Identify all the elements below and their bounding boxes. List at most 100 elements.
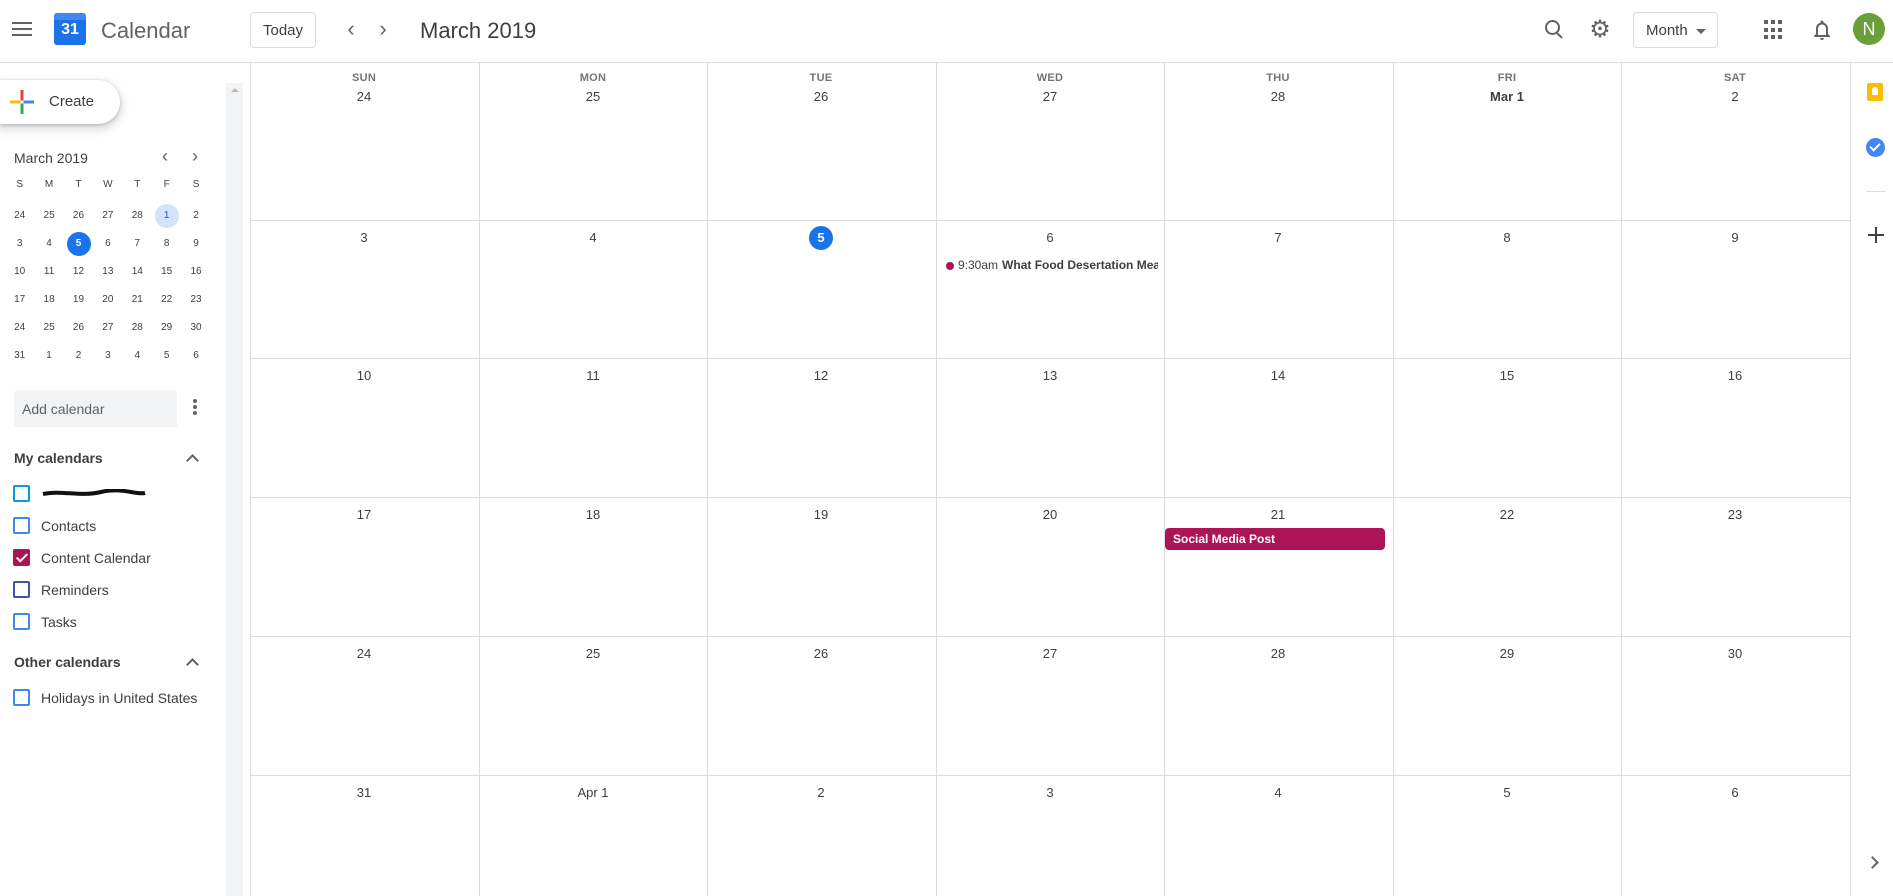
- mini-day-cell[interactable]: 21: [123, 286, 152, 314]
- day-cell[interactable]: 5: [1393, 781, 1621, 805]
- day-cell[interactable]: 27: [936, 642, 1164, 666]
- day-cell[interactable]: 5: [707, 226, 935, 250]
- day-cell[interactable]: 6: [936, 226, 1164, 250]
- day-number[interactable]: 16: [1723, 364, 1747, 388]
- mini-day-cell[interactable]: 30: [181, 314, 210, 342]
- day-number[interactable]: 3: [1038, 781, 1062, 805]
- mini-day-cell[interactable]: 4: [123, 342, 152, 370]
- day-number[interactable]: 13: [1038, 364, 1062, 388]
- day-number[interactable]: 18: [581, 503, 605, 527]
- day-number[interactable]: 25: [581, 642, 605, 666]
- mini-day-cell[interactable]: 7: [123, 230, 152, 258]
- day-cell[interactable]: 15: [1393, 364, 1621, 388]
- day-cell[interactable]: 26: [707, 642, 935, 666]
- day-number[interactable]: 11: [581, 364, 605, 388]
- mini-prev-month-button[interactable]: ‹: [153, 145, 177, 169]
- day-number[interactable]: 8: [1495, 226, 1519, 250]
- day-number[interactable]: 27: [1038, 642, 1062, 666]
- day-number[interactable]: 28: [1266, 642, 1290, 666]
- day-cell[interactable]: 4: [479, 226, 707, 250]
- account-avatar[interactable]: N: [1853, 13, 1885, 45]
- day-cell[interactable]: 11: [479, 364, 707, 388]
- mini-day-cell[interactable]: 22: [152, 286, 181, 314]
- day-number[interactable]: 26: [809, 642, 833, 666]
- create-button[interactable]: Create: [0, 80, 120, 124]
- day-number[interactable]: 3: [352, 226, 376, 250]
- day-number[interactable]: 10: [352, 364, 376, 388]
- day-number[interactable]: 6: [1723, 781, 1747, 805]
- day-number[interactable]: 14: [1266, 364, 1290, 388]
- calendar-checkbox[interactable]: [13, 549, 30, 566]
- mini-day-cell[interactable]: 28: [123, 202, 152, 230]
- day-number[interactable]: 24: [352, 642, 376, 666]
- calendar-list-item[interactable]: Content Calendar: [13, 546, 213, 568]
- day-cell[interactable]: 24: [250, 642, 478, 666]
- more-options-icon[interactable]: [189, 397, 201, 419]
- calendar-list-item[interactable]: Contacts: [13, 514, 213, 536]
- add-calendar-input[interactable]: [14, 390, 177, 427]
- calendar-checkbox[interactable]: [13, 689, 30, 706]
- search-icon[interactable]: [1544, 19, 1564, 39]
- day-number[interactable]: 15: [1495, 364, 1519, 388]
- day-number[interactable]: 28: [1266, 85, 1290, 109]
- day-number[interactable]: 5: [809, 226, 833, 250]
- day-cell[interactable]: 27: [936, 85, 1164, 109]
- day-number[interactable]: 12: [809, 364, 833, 388]
- day-number[interactable]: Mar 1: [1490, 85, 1524, 109]
- day-cell[interactable]: 17: [250, 503, 478, 527]
- day-cell[interactable]: 23: [1621, 503, 1849, 527]
- event-chip[interactable]: Social Media Post: [1165, 528, 1385, 550]
- day-cell[interactable]: 18: [479, 503, 707, 527]
- day-number[interactable]: 25: [581, 85, 605, 109]
- day-cell[interactable]: 10: [250, 364, 478, 388]
- day-cell[interactable]: 4: [1164, 781, 1392, 805]
- day-cell[interactable]: 28: [1164, 642, 1392, 666]
- mini-day-cell[interactable]: 5: [64, 230, 93, 258]
- today-button[interactable]: Today: [250, 12, 316, 48]
- calendar-checkbox[interactable]: [13, 613, 30, 630]
- view-switcher-dropdown[interactable]: Month: [1633, 12, 1718, 48]
- calendar-list-item[interactable]: Tasks: [13, 610, 213, 632]
- mini-day-cell[interactable]: 24: [5, 314, 34, 342]
- other-calendars-title[interactable]: Other calendars: [14, 654, 121, 670]
- sidebar-scrollbar[interactable]: [226, 83, 243, 896]
- day-number[interactable]: 4: [1266, 781, 1290, 805]
- day-cell[interactable]: 22: [1393, 503, 1621, 527]
- mini-day-cell[interactable]: 3: [93, 342, 122, 370]
- day-cell[interactable]: 13: [936, 364, 1164, 388]
- day-cell[interactable]: 25: [479, 642, 707, 666]
- day-number[interactable]: 19: [809, 503, 833, 527]
- day-cell[interactable]: 2: [707, 781, 935, 805]
- mini-day-cell[interactable]: 16: [181, 258, 210, 286]
- gear-icon[interactable]: ⚙: [1588, 18, 1612, 42]
- mini-day-cell[interactable]: 13: [93, 258, 122, 286]
- mini-day-cell[interactable]: 14: [123, 258, 152, 286]
- chevron-right-icon[interactable]: [1867, 855, 1881, 869]
- mini-day-cell[interactable]: 25: [34, 202, 63, 230]
- mini-day-cell[interactable]: 20: [93, 286, 122, 314]
- mini-day-cell[interactable]: 1: [152, 202, 181, 230]
- day-cell[interactable]: 21: [1164, 503, 1392, 527]
- mini-day-cell[interactable]: 4: [34, 230, 63, 258]
- day-cell[interactable]: 29: [1393, 642, 1621, 666]
- day-cell[interactable]: 25: [479, 85, 707, 109]
- apps-grid-icon[interactable]: [1764, 20, 1784, 40]
- my-calendars-title[interactable]: My calendars: [14, 450, 103, 466]
- mini-day-cell[interactable]: 18: [34, 286, 63, 314]
- day-cell[interactable]: 7: [1164, 226, 1392, 250]
- mini-day-cell[interactable]: 25: [34, 314, 63, 342]
- mini-day-cell[interactable]: 11: [34, 258, 63, 286]
- next-period-button[interactable]: ›: [369, 16, 397, 44]
- day-cell[interactable]: 20: [936, 503, 1164, 527]
- day-number[interactable]: 31: [352, 781, 376, 805]
- day-number[interactable]: 9: [1723, 226, 1747, 250]
- day-cell[interactable]: 3: [250, 226, 478, 250]
- day-number[interactable]: 2: [1723, 85, 1747, 109]
- day-number[interactable]: 24: [352, 85, 376, 109]
- mini-day-cell[interactable]: 15: [152, 258, 181, 286]
- day-cell[interactable]: Apr 1: [479, 781, 707, 805]
- mini-day-cell[interactable]: 2: [64, 342, 93, 370]
- day-cell[interactable]: 19: [707, 503, 935, 527]
- day-cell[interactable]: 2: [1621, 85, 1849, 109]
- day-cell[interactable]: 14: [1164, 364, 1392, 388]
